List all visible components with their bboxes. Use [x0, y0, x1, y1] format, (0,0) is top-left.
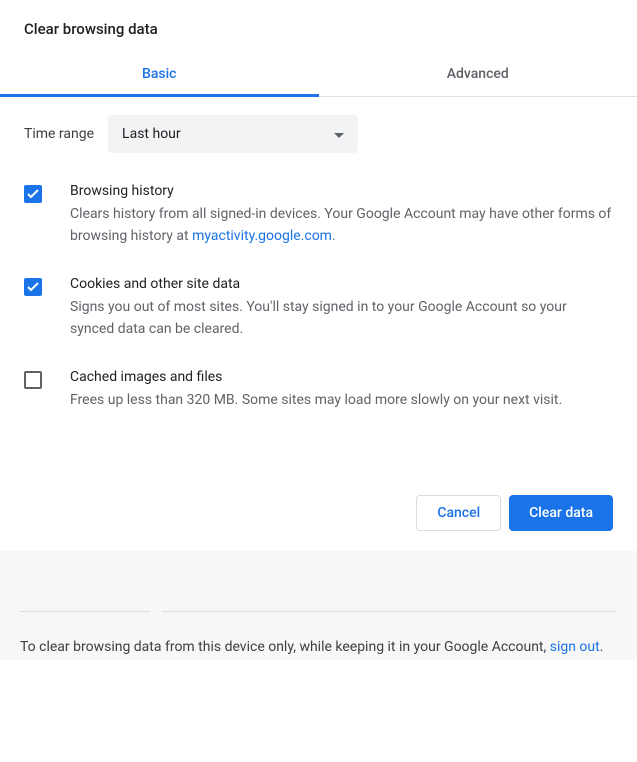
tab-advanced[interactable]: Advanced — [319, 54, 637, 96]
option-browsing-history: Browsing history Clears history from all… — [24, 183, 613, 248]
option-title: Browsing history — [70, 183, 613, 199]
time-range-label: Time range — [24, 126, 94, 142]
clear-browsing-data-dialog: Clear browsing data Basic Advanced Time … — [0, 0, 637, 660]
myactivity-link[interactable]: myactivity.google.com — [192, 228, 332, 244]
tab-underline — [0, 94, 319, 97]
tab-basic[interactable]: Basic — [0, 54, 319, 96]
option-description: Clears history from all signed-in device… — [70, 203, 613, 248]
checkbox-cached[interactable] — [24, 371, 42, 389]
footer-pre: To clear browsing data from this device … — [20, 639, 550, 655]
chevron-down-icon — [334, 127, 344, 142]
dialog-buttons: Cancel Clear data — [0, 479, 637, 551]
option-text: Browsing history Clears history from all… — [70, 183, 613, 248]
dialog-footer: To clear browsing data from this device … — [0, 551, 637, 660]
option-title: Cached images and files — [70, 369, 613, 385]
tabs: Basic Advanced — [0, 54, 637, 97]
dialog-title: Clear browsing data — [0, 0, 637, 54]
desc-text: . — [332, 228, 336, 244]
desc-text: Clears history from all signed-in device… — [70, 206, 611, 244]
option-cached: Cached images and files Frees up less th… — [24, 369, 613, 411]
option-cookies: Cookies and other site data Signs you ou… — [24, 276, 613, 341]
option-title: Cookies and other site data — [70, 276, 613, 292]
checkbox-cookies[interactable] — [24, 278, 42, 296]
time-range-select[interactable]: Last hour — [108, 115, 358, 153]
option-description: Signs you out of most sites. You'll stay… — [70, 296, 613, 341]
time-range-value: Last hour — [122, 126, 181, 142]
cancel-button[interactable]: Cancel — [416, 495, 501, 531]
footer-post: . — [600, 639, 604, 655]
sign-out-link[interactable]: sign out — [550, 639, 600, 655]
time-range-row: Time range Last hour — [24, 115, 613, 153]
option-description: Frees up less than 320 MB. Some sites ma… — [70, 389, 613, 411]
checkbox-browsing-history[interactable] — [24, 185, 42, 203]
option-text: Cookies and other site data Signs you ou… — [70, 276, 613, 341]
footer-text: To clear browsing data from this device … — [20, 636, 617, 660]
clear-data-button[interactable]: Clear data — [509, 495, 613, 531]
dialog-content: Time range Last hour Browsing history Cl… — [0, 97, 637, 411]
footer-divider — [20, 611, 617, 612]
option-text: Cached images and files Frees up less th… — [70, 369, 613, 411]
